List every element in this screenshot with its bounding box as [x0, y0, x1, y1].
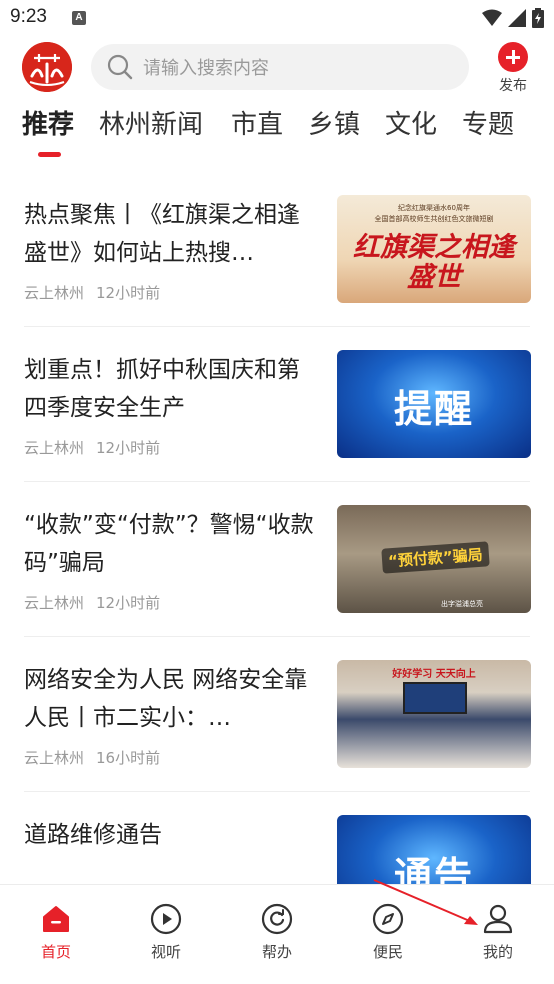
news-title: “收款”变“付款”？警惕“收款码”骗局: [24, 512, 314, 576]
news-thumbnail: 通告: [337, 815, 531, 884]
news-item[interactable]: 划重点！抓好中秋国庆和第四季度安全生产 云上林州 12小时前 提醒: [0, 327, 554, 482]
nav-home-label: 首页: [40, 943, 71, 961]
tab-city[interactable]: 市直: [231, 104, 283, 141]
signal-icon: [508, 9, 526, 27]
publish-label: 发布: [499, 78, 527, 94]
search-placeholder: 请输入搜索内容: [143, 58, 269, 79]
news-source: 云上林州: [24, 594, 85, 612]
battery-icon: [532, 8, 544, 28]
news-source: 云上林州: [24, 439, 85, 457]
nav-home[interactable]: 首页: [21, 903, 91, 962]
news-source: 云上林州: [24, 749, 85, 767]
news-time: 12小时前: [96, 439, 161, 457]
news-title: 道路维修通告: [24, 822, 162, 848]
news-time: 16小时前: [96, 749, 161, 767]
nav-me[interactable]: 我的: [463, 903, 533, 962]
search-icon: [107, 54, 133, 80]
nav-video[interactable]: 视听: [131, 903, 201, 962]
news-title: 网络安全为人民 网络安全靠人民丨市二实小：…: [24, 667, 308, 731]
compass-icon: [372, 903, 404, 935]
tab-linzhou-news[interactable]: 林州新闻: [99, 104, 203, 141]
thumb-headline: 通告: [393, 854, 474, 884]
news-thumbnail: 提醒: [337, 350, 531, 458]
news-thumbnail: “预付款”骗局 出字溢浦总亮: [337, 505, 531, 613]
nav-help-label: 帮办: [261, 943, 292, 961]
news-meta: 云上林州 16小时前: [24, 747, 160, 768]
news-item[interactable]: 网络安全为人民 网络安全靠人民丨市二实小：… 云上林州 16小时前 好好学习 天天…: [0, 637, 554, 792]
tab-recommend[interactable]: 推荐: [22, 104, 74, 141]
news-item[interactable]: 道路维修通告 通告: [0, 792, 554, 884]
add-icon: [498, 42, 528, 72]
news-time: 12小时前: [96, 594, 161, 612]
wifi-icon: [482, 9, 502, 26]
nav-video-label: 视听: [150, 943, 181, 961]
refresh-icon: [261, 903, 293, 935]
header: 请输入搜索内容 发布: [0, 38, 554, 98]
news-thumbnail: 好好学习 天天向上: [337, 660, 531, 768]
news-item[interactable]: 热点聚焦丨《红旗渠之相逢盛世》如何站上热搜… 云上林州 12小时前 纪念红旗渠通水…: [0, 172, 554, 327]
news-time: 12小时前: [96, 284, 161, 302]
news-source: 云上林州: [24, 284, 85, 302]
thumb-caption: 出字溢浦总亮: [441, 600, 483, 608]
bottom-nav: 首页 视听 帮办 便民 我的: [0, 884, 554, 984]
active-tab-indicator: [38, 152, 61, 157]
tab-towns[interactable]: 乡镇: [308, 104, 360, 141]
thumb-headline: 红旗渠之相逢盛世: [353, 232, 515, 293]
app-logo[interactable]: [22, 42, 72, 92]
user-icon: [483, 904, 513, 934]
publish-button[interactable]: 发布: [492, 42, 534, 95]
news-meta: 云上林州 12小时前: [24, 437, 160, 458]
thumb-headline: 好好学习 天天向上: [392, 669, 476, 680]
nav-service[interactable]: 便民: [353, 903, 423, 962]
thumb-headline: “预付款”骗局: [381, 541, 490, 574]
nav-service-label: 便民: [372, 943, 403, 961]
logo-icon: [22, 42, 72, 92]
status-icons: [482, 8, 544, 28]
classroom-screen: [403, 682, 467, 714]
news-list: 热点聚焦丨《红旗渠之相逢盛世》如何站上热搜… 云上林州 12小时前 纪念红旗渠通水…: [0, 172, 554, 884]
tab-topics[interactable]: 专题: [462, 104, 514, 141]
nav-help[interactable]: 帮办: [242, 903, 312, 962]
notification-a-icon: A: [72, 11, 86, 25]
search-input[interactable]: 请输入搜索内容: [91, 44, 469, 90]
news-thumbnail: 纪念红旗渠通水60周年 全国首部高校师生共创红色文旅微短剧 红旗渠之相逢盛世: [337, 195, 531, 303]
thumb-headline: 提醒: [393, 387, 474, 431]
news-title: 划重点！抓好中秋国庆和第四季度安全生产: [24, 357, 300, 421]
nav-me-label: 我的: [482, 943, 513, 961]
play-icon: [150, 903, 182, 935]
home-icon: [43, 906, 69, 932]
news-item[interactable]: “收款”变“付款”？警惕“收款码”骗局 云上林州 12小时前 “预付款”骗局 出字…: [0, 482, 554, 637]
news-title: 热点聚焦丨《红旗渠之相逢盛世》如何站上热搜…: [24, 202, 300, 266]
category-tabs: 推荐 林州新闻 市直 乡镇 文化 专题: [0, 104, 554, 160]
status-bar: 9:23 A: [0, 0, 554, 36]
news-meta: 云上林州 12小时前: [24, 282, 160, 303]
thumb-caption: 纪念红旗渠通水60周年: [398, 204, 470, 212]
thumb-caption: 全国首部高校师生共创红色文旅微短剧: [374, 215, 494, 223]
status-time: 9:23: [10, 6, 47, 27]
news-meta: 云上林州 12小时前: [24, 592, 160, 613]
tab-culture[interactable]: 文化: [385, 104, 437, 141]
